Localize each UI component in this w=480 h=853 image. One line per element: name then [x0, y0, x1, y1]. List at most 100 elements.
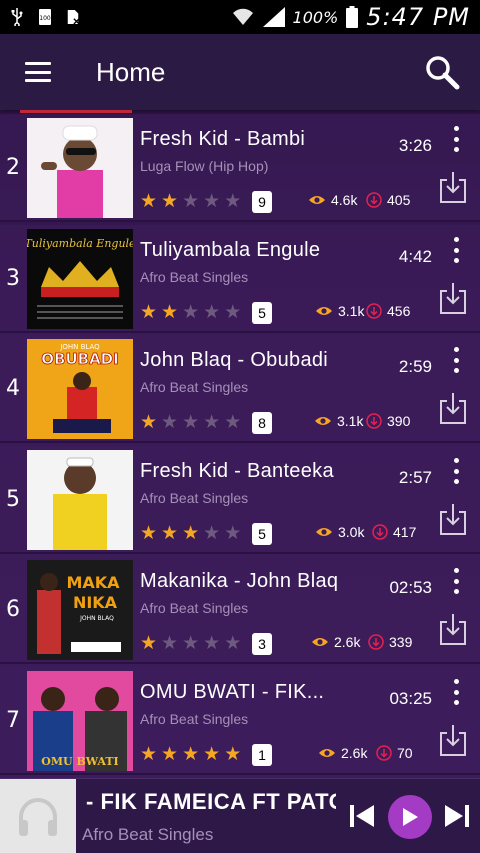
star-filled-icon[interactable]: ★ [140, 192, 157, 211]
star-filled-icon[interactable]: ★ [161, 524, 178, 543]
downloads-count: 390 [387, 413, 411, 429]
song-row[interactable]: 7 OMU BWATI OMU BWATI - FIK... 03:25 Afr… [0, 667, 480, 775]
star-empty-icon[interactable]: ★ [203, 303, 220, 322]
star-rating[interactable]: ★ ★ ★ ★ ★ [140, 524, 241, 543]
song-rank: 6 [6, 596, 20, 622]
star-rating[interactable]: ★ ★ ★ ★ ★ [140, 413, 241, 432]
star-empty-icon[interactable]: ★ [203, 634, 220, 653]
star-empty-icon[interactable]: ★ [203, 524, 220, 543]
next-icon[interactable] [443, 801, 471, 831]
star-filled-icon[interactable]: ★ [140, 634, 157, 653]
song-row[interactable]: 3 Tuliyambala Engule Tuliyambala Engule … [0, 225, 480, 333]
views-count: 4.6k [331, 192, 358, 208]
eye-icon [316, 307, 332, 315]
download-icon[interactable] [438, 502, 468, 536]
song-title[interactable]: Fresh Kid - Banteeka [140, 460, 334, 483]
song-row[interactable]: 5 Fresh Kid - Banteeka 2:57 Afro Beat Si… [0, 446, 480, 554]
more-options-icon[interactable] [450, 568, 462, 594]
star-rating[interactable]: ★ ★ ★ ★ ★ [140, 303, 241, 322]
star-empty-icon[interactable]: ★ [224, 413, 241, 432]
star-empty-icon[interactable]: ★ [224, 303, 241, 322]
star-empty-icon[interactable]: ★ [182, 634, 199, 653]
song-title[interactable]: Tuliyambala Engule [140, 239, 320, 262]
downloads-counter: 417 [372, 524, 416, 540]
star-empty-icon[interactable]: ★ [224, 524, 241, 543]
song-row[interactable]: 4 JOHN BLAQ OBUBADI John Blaq - Obubadi … [0, 335, 480, 443]
download-icon[interactable] [438, 723, 468, 757]
player-artwork[interactable] [0, 779, 76, 853]
views-counter: 2.6k [318, 745, 367, 761]
star-empty-icon[interactable]: ★ [203, 192, 220, 211]
star-empty-icon[interactable]: ★ [182, 303, 199, 322]
song-duration: 02:53 [389, 578, 432, 597]
eye-icon [315, 417, 331, 425]
song-title[interactable]: John Blaq - Obubadi [140, 349, 328, 372]
star-filled-icon[interactable]: ★ [161, 745, 178, 764]
star-rating[interactable]: ★ ★ ★ ★ ★ [140, 745, 241, 764]
play-button[interactable] [388, 795, 432, 839]
song-title[interactable]: Fresh Kid - Bambi [140, 128, 305, 151]
sd-card-icon [67, 10, 80, 25]
album-art[interactable]: MAKA NIKA JOHN BLAQ [27, 560, 133, 660]
star-filled-icon[interactable]: ★ [203, 745, 220, 764]
song-row[interactable]: 2 Fresh Kid - Bambi 3:26 Luga Flow (Hip … [0, 114, 480, 222]
more-options-icon[interactable] [450, 458, 462, 484]
eye-icon [319, 749, 335, 757]
views-counter: 2.6k [311, 634, 360, 650]
song-title[interactable]: Makanika - John Blaq [140, 570, 338, 593]
star-filled-icon[interactable]: ★ [182, 524, 199, 543]
star-filled-icon[interactable]: ★ [140, 745, 157, 764]
star-filled-icon[interactable]: ★ [224, 745, 241, 764]
song-title[interactable]: OMU BWATI - FIK... [140, 681, 324, 704]
song-rank: 7 [6, 707, 20, 733]
more-options-icon[interactable] [450, 237, 462, 263]
download-icon[interactable] [438, 281, 468, 315]
star-filled-icon[interactable]: ★ [140, 524, 157, 543]
download-icon[interactable] [438, 391, 468, 425]
album-art[interactable]: JOHN BLAQ OBUBADI [27, 339, 133, 439]
svg-text:MAKA: MAKA [66, 573, 120, 592]
search-icon[interactable] [424, 54, 460, 90]
rating-count-badge: 9 [252, 191, 272, 213]
more-options-icon[interactable] [450, 679, 462, 705]
star-empty-icon[interactable]: ★ [182, 413, 199, 432]
previous-icon[interactable] [348, 801, 376, 831]
download-circle-icon [366, 303, 382, 319]
svg-text:OBUBADI: OBUBADI [41, 350, 118, 368]
download-circle-icon [376, 745, 392, 761]
eye-icon [309, 196, 325, 204]
views-counter: 3.1k [314, 413, 363, 429]
star-filled-icon[interactable]: ★ [161, 303, 178, 322]
player-track-title[interactable]: - FIK FAMEICA FT PATORANKING [86, 789, 336, 815]
album-art[interactable]: OMU BWATI [27, 671, 133, 771]
star-filled-icon[interactable]: ★ [140, 303, 157, 322]
star-empty-icon[interactable]: ★ [182, 192, 199, 211]
more-options-icon[interactable] [450, 126, 462, 152]
download-circle-icon [366, 413, 382, 429]
star-filled-icon[interactable]: ★ [182, 745, 199, 764]
star-empty-icon[interactable]: ★ [161, 634, 178, 653]
star-empty-icon[interactable]: ★ [224, 634, 241, 653]
views-counter: 3.0k [315, 524, 364, 540]
album-art[interactable]: Tuliyambala Engule [27, 229, 133, 329]
song-list[interactable]: 2 Fresh Kid - Bambi 3:26 Luga Flow (Hip … [0, 110, 480, 778]
menu-icon[interactable] [25, 62, 51, 82]
star-empty-icon[interactable]: ★ [203, 413, 220, 432]
mini-player[interactable]: - FIK FAMEICA FT PATORANKING Afro Beat S… [0, 778, 480, 853]
views-count: 3.1k [337, 413, 364, 429]
star-rating[interactable]: ★ ★ ★ ★ ★ [140, 634, 241, 653]
more-options-icon[interactable] [450, 347, 462, 373]
star-rating[interactable]: ★ ★ ★ ★ ★ [140, 192, 241, 211]
song-row[interactable]: 6 MAKA NIKA JOHN BLAQ Makanika - John Bl… [0, 556, 480, 664]
star-filled-icon[interactable]: ★ [140, 413, 157, 432]
previous-item-edge [20, 110, 132, 113]
star-empty-icon[interactable]: ★ [224, 192, 241, 211]
download-icon[interactable] [438, 612, 468, 646]
rating-count-badge: 8 [252, 412, 272, 434]
downloads-counter: 405 [366, 192, 410, 208]
album-art[interactable] [27, 450, 133, 550]
download-icon[interactable] [438, 170, 468, 204]
star-empty-icon[interactable]: ★ [161, 413, 178, 432]
star-filled-icon[interactable]: ★ [161, 192, 178, 211]
album-art[interactable] [27, 118, 133, 218]
